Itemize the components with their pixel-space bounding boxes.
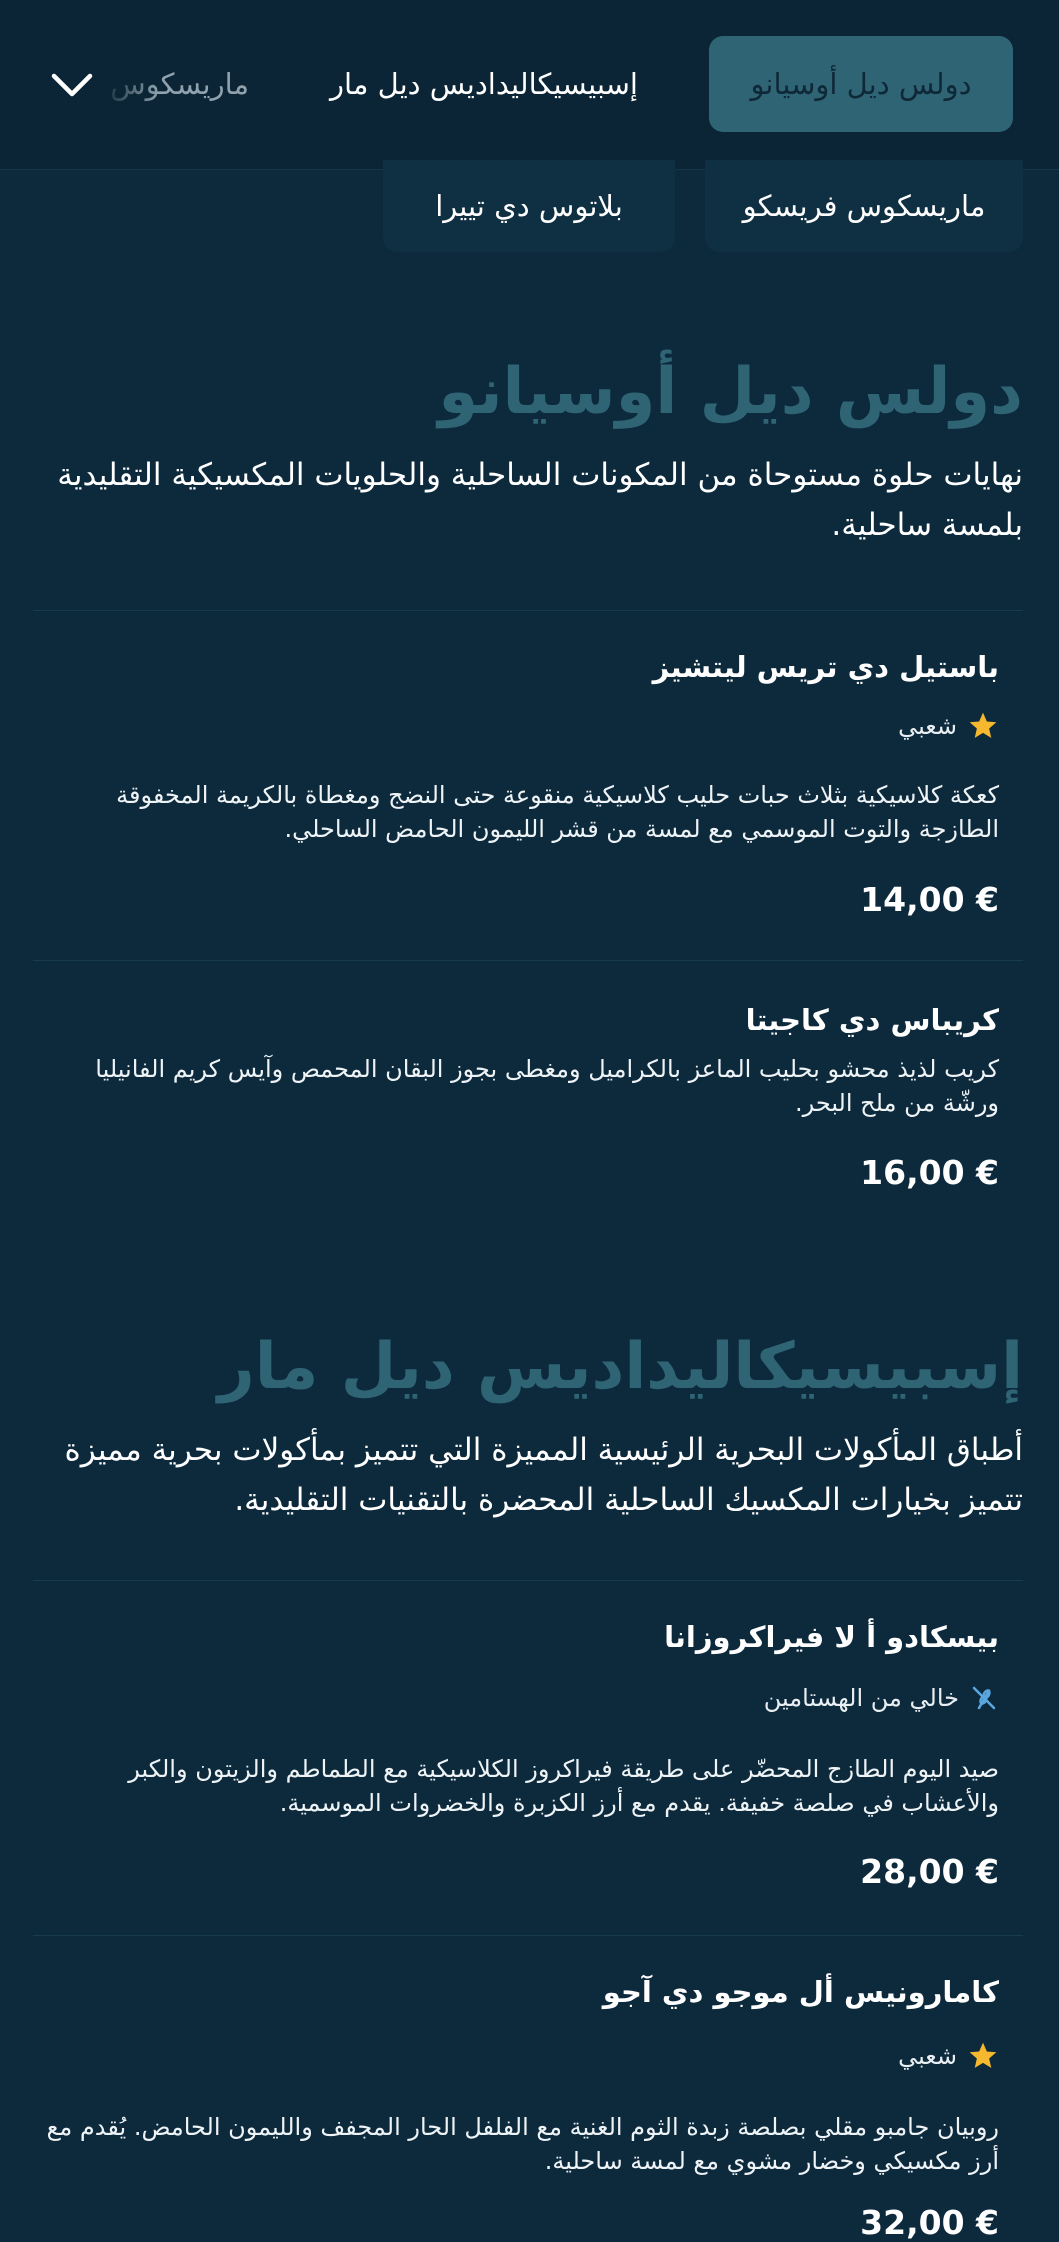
dish-price: 28,00 € <box>860 1852 999 1891</box>
dish-description: صيد اليوم الطازج المحضّر على طريقة فيراك… <box>128 1755 999 1817</box>
badge-label: شعبي <box>898 712 957 740</box>
dish-price: 16,00 € <box>860 1153 999 1192</box>
dish-price: 32,00 € <box>860 2203 999 2242</box>
popular-badge: شعبي <box>898 710 999 742</box>
chip-platos-de-tierra[interactable]: بلاتوس دي تييرا <box>383 160 675 252</box>
section-description: نهايات حلوة مستوحاة من المكونات الساحلية… <box>57 457 1023 543</box>
dish-name[interactable]: بيسكادو أ لا فيراكروزانا <box>664 1620 999 1654</box>
dish-description: روبيان جامبو مقلي بصلصة زبدة الثوم الغني… <box>46 2113 999 2175</box>
section-title: دولس ديل أوسيانو <box>438 355 1023 429</box>
chevron-down-icon[interactable] <box>48 60 96 108</box>
divider <box>33 610 1023 611</box>
dietary-badge: خالي من الهستامين <box>764 1683 999 1713</box>
tab-especialidades-del-mar[interactable]: إسبيسيكاليداديس ديل مار <box>319 36 649 132</box>
gluten-free-icon <box>972 1686 996 1710</box>
section-title: إسبيسيكاليداديس ديل مار <box>217 1330 1023 1404</box>
divider <box>33 1580 1023 1581</box>
dish-name[interactable]: باستيل دي تريس ليتشيز <box>653 650 999 684</box>
section-description: أطباق المأكولات البحرية الرئيسية المميزة… <box>64 1432 1023 1518</box>
tab-dulce-del-oceano[interactable]: دولس ديل أوسيانو <box>709 36 1013 132</box>
star-icon <box>969 2042 997 2068</box>
dish-description: كريب لذيذ محشو بحليب الماعز بالكراميل وم… <box>95 1055 999 1117</box>
dish-description: كعكة كلاسيكية بثلاث حبات حليب كلاسيكية م… <box>116 781 999 843</box>
chip-mariscos-frescos[interactable]: ماريسكوس فريسكو <box>705 160 1023 252</box>
dish-name[interactable]: كامارونيس أل موجو دي آجو <box>603 1975 999 2009</box>
dish-price: 14,00 € <box>860 880 999 919</box>
dish-name[interactable]: كريباس دي كاجيتا <box>746 1003 999 1037</box>
divider <box>33 960 1023 961</box>
popular-badge: شعبي <box>898 2040 999 2072</box>
category-nav: دولس ديل أوسيانو إسبيسيكاليداديس ديل مار… <box>0 0 1059 170</box>
badge-label: خالي من الهستامين <box>763 1684 959 1712</box>
tab-mariscos[interactable]: ماريسكوس <box>99 36 249 132</box>
badge-label: شعبي <box>898 2042 957 2070</box>
star-icon <box>969 712 997 738</box>
divider <box>33 1935 1023 1936</box>
